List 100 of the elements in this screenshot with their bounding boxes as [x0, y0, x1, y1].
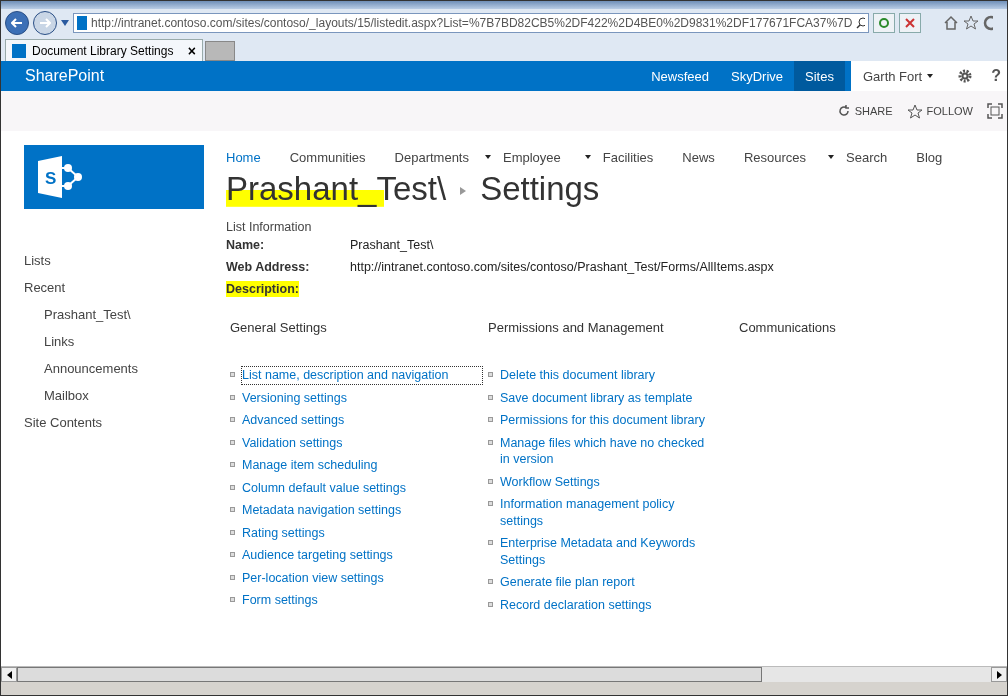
- nav-link[interactable]: Resources: [743, 149, 834, 165]
- url-text: http://intranet.contoso.com/sites/contoso/_layouts/15/listedit.aspx?List=%7B7BD82CB5%2DF422%2D4BE0%2D9831%2DF177671FCA37%7D: [91, 16, 853, 30]
- page-title: Settings: [480, 170, 600, 209]
- star-icon[interactable]: [963, 15, 979, 31]
- home-icon[interactable]: [943, 15, 959, 31]
- settings-link[interactable]: Advanced settings: [242, 412, 482, 429]
- bullet-icon: [230, 507, 235, 512]
- nav-link[interactable]: Recent: [24, 274, 226, 301]
- logo-letter: S: [45, 169, 57, 188]
- bullet-icon: [488, 372, 493, 377]
- settings-link[interactable]: Audience targeting settings: [242, 547, 482, 564]
- nav-link[interactable]: Blog: [916, 149, 943, 165]
- refresh-button[interactable]: [873, 13, 895, 33]
- settings-link[interactable]: Column default value settings: [242, 479, 482, 496]
- bullet-icon: [230, 417, 235, 422]
- site-icon: [77, 16, 87, 30]
- bullet-icon: [488, 540, 493, 545]
- bullet-icon: [230, 372, 235, 377]
- nav-link[interactable]: News: [682, 149, 715, 165]
- settings-link[interactable]: Rating settings: [242, 524, 482, 541]
- section-heading: Communications: [739, 320, 837, 335]
- nav-link[interactable]: Lists: [24, 247, 226, 274]
- section-heading: Permissions and Management: [488, 320, 665, 335]
- nav-link[interactable]: Site Contents: [24, 409, 226, 436]
- field-label: Web Address:: [226, 259, 310, 275]
- settings-link[interactable]: Manage item scheduling: [242, 457, 482, 474]
- nav-link[interactable]: Communities: [289, 149, 366, 165]
- nav-link[interactable]: Facilities: [602, 149, 654, 165]
- field-value: http://intranet.contoso.com/sites/contoso/Prashant_Test/Forms/AllItems.aspx: [350, 259, 775, 276]
- forward-arrow-icon: [39, 18, 51, 28]
- nav-link[interactable]: Mailbox: [24, 382, 226, 409]
- refresh-icon: [878, 17, 890, 29]
- bullet-icon: [488, 501, 493, 506]
- bullet-icon: [230, 597, 235, 602]
- close-button[interactable]: ×: [187, 42, 196, 59]
- bullet-icon: [488, 478, 493, 484]
- settings-link[interactable]: Permissions for this document library: [500, 412, 715, 429]
- settings-link[interactable]: Information management policy settings: [500, 496, 715, 529]
- close-icon: [905, 18, 915, 28]
- suite-link[interactable]: Newsfeed: [640, 61, 721, 91]
- stop-button[interactable]: [899, 13, 921, 33]
- site-icon: [12, 43, 26, 58]
- bullet-icon: [230, 574, 235, 580]
- bullet-icon: [230, 462, 235, 467]
- horizontal-scrollbar[interactable]: [1, 666, 1007, 682]
- nav-link[interactable]: Links: [24, 328, 226, 355]
- focus-mode-icon[interactable]: [987, 103, 1003, 119]
- back-arrow-icon: [11, 18, 23, 28]
- forward-button[interactable]: [33, 11, 57, 35]
- bullet-icon: [488, 439, 493, 445]
- follow-button[interactable]: FOLLOW: [906, 103, 973, 119]
- settings-link[interactable]: Validation settings: [242, 434, 482, 451]
- settings-link[interactable]: Enterprise Metadata and Keywords Settings: [500, 535, 715, 568]
- field-label: Description:: [226, 281, 299, 297]
- bullet-icon: [230, 552, 235, 557]
- nav-link[interactable]: Search: [846, 149, 888, 165]
- nav-link[interactable]: Employee: [502, 149, 591, 165]
- bullet-icon: [488, 394, 493, 400]
- bullet-icon: [230, 529, 235, 535]
- star-icon: [906, 103, 923, 119]
- suite-link[interactable]: Sites: [794, 61, 845, 91]
- bullet-icon: [230, 484, 235, 490]
- nav-link[interactable]: Announcements: [24, 355, 226, 382]
- section-heading: General Settings: [230, 320, 328, 335]
- settings-link[interactable]: Per-location view settings: [242, 569, 482, 586]
- settings-link[interactable]: Form settings: [242, 592, 482, 609]
- nav-link[interactable]: Home: [226, 149, 261, 165]
- bullet-icon: [488, 579, 493, 584]
- settings-link[interactable]: List name, description and navigation: [242, 367, 482, 384]
- settings-link[interactable]: Manage files which have no checked in version: [500, 434, 715, 468]
- settings-link[interactable]: Delete this document library: [500, 367, 715, 384]
- nav-link[interactable]: Prashant_Test\: [24, 301, 226, 328]
- bullet-icon: [230, 394, 235, 400]
- user-menu[interactable]: Garth Fort: [862, 68, 934, 84]
- logo-drawing: [38, 156, 82, 198]
- suite-link[interactable]: SkyDrive: [720, 61, 795, 91]
- scroll-right-icon: [991, 667, 1007, 682]
- caret-icon[interactable]: [61, 20, 69, 26]
- bullet-icon: [488, 417, 493, 422]
- help-button[interactable]: ?: [983, 67, 1001, 85]
- settings-link[interactable]: Save document library as template: [500, 389, 715, 406]
- field-value: Prashant_Test\: [350, 237, 435, 254]
- settings-link[interactable]: Generate file plan report: [500, 574, 715, 591]
- browser-tab[interactable]: Document Library Settings ×: [5, 39, 203, 61]
- back-button[interactable]: [5, 11, 29, 35]
- chevron-icon: [460, 187, 467, 195]
- scroll-left-icon: [1, 667, 17, 682]
- field-label: Name:: [226, 237, 265, 253]
- address-field[interactable]: http://intranet.contoso.com/sites/contoso/_layouts/15/listedit.aspx?List=%7B7BD82CB5%2DF422%2D4BE0%2D9831%2DF177671FCA37%7D: [73, 13, 869, 33]
- refresh-icon: [836, 104, 851, 118]
- settings-link[interactable]: Versioning settings: [242, 389, 482, 406]
- tab-title: Document Library Settings: [32, 43, 174, 58]
- nav-link[interactable]: Departments: [394, 149, 491, 165]
- brand-name: SharePoint: [24, 67, 106, 85]
- share-button[interactable]: SHARE: [836, 104, 893, 118]
- settings-link[interactable]: Record declaration settings: [500, 596, 715, 613]
- bullet-icon: [488, 601, 493, 607]
- bullet-icon: [230, 439, 235, 445]
- settings-link[interactable]: Workflow Settings: [500, 473, 715, 490]
- settings-link[interactable]: Metadata navigation settings: [242, 502, 482, 519]
